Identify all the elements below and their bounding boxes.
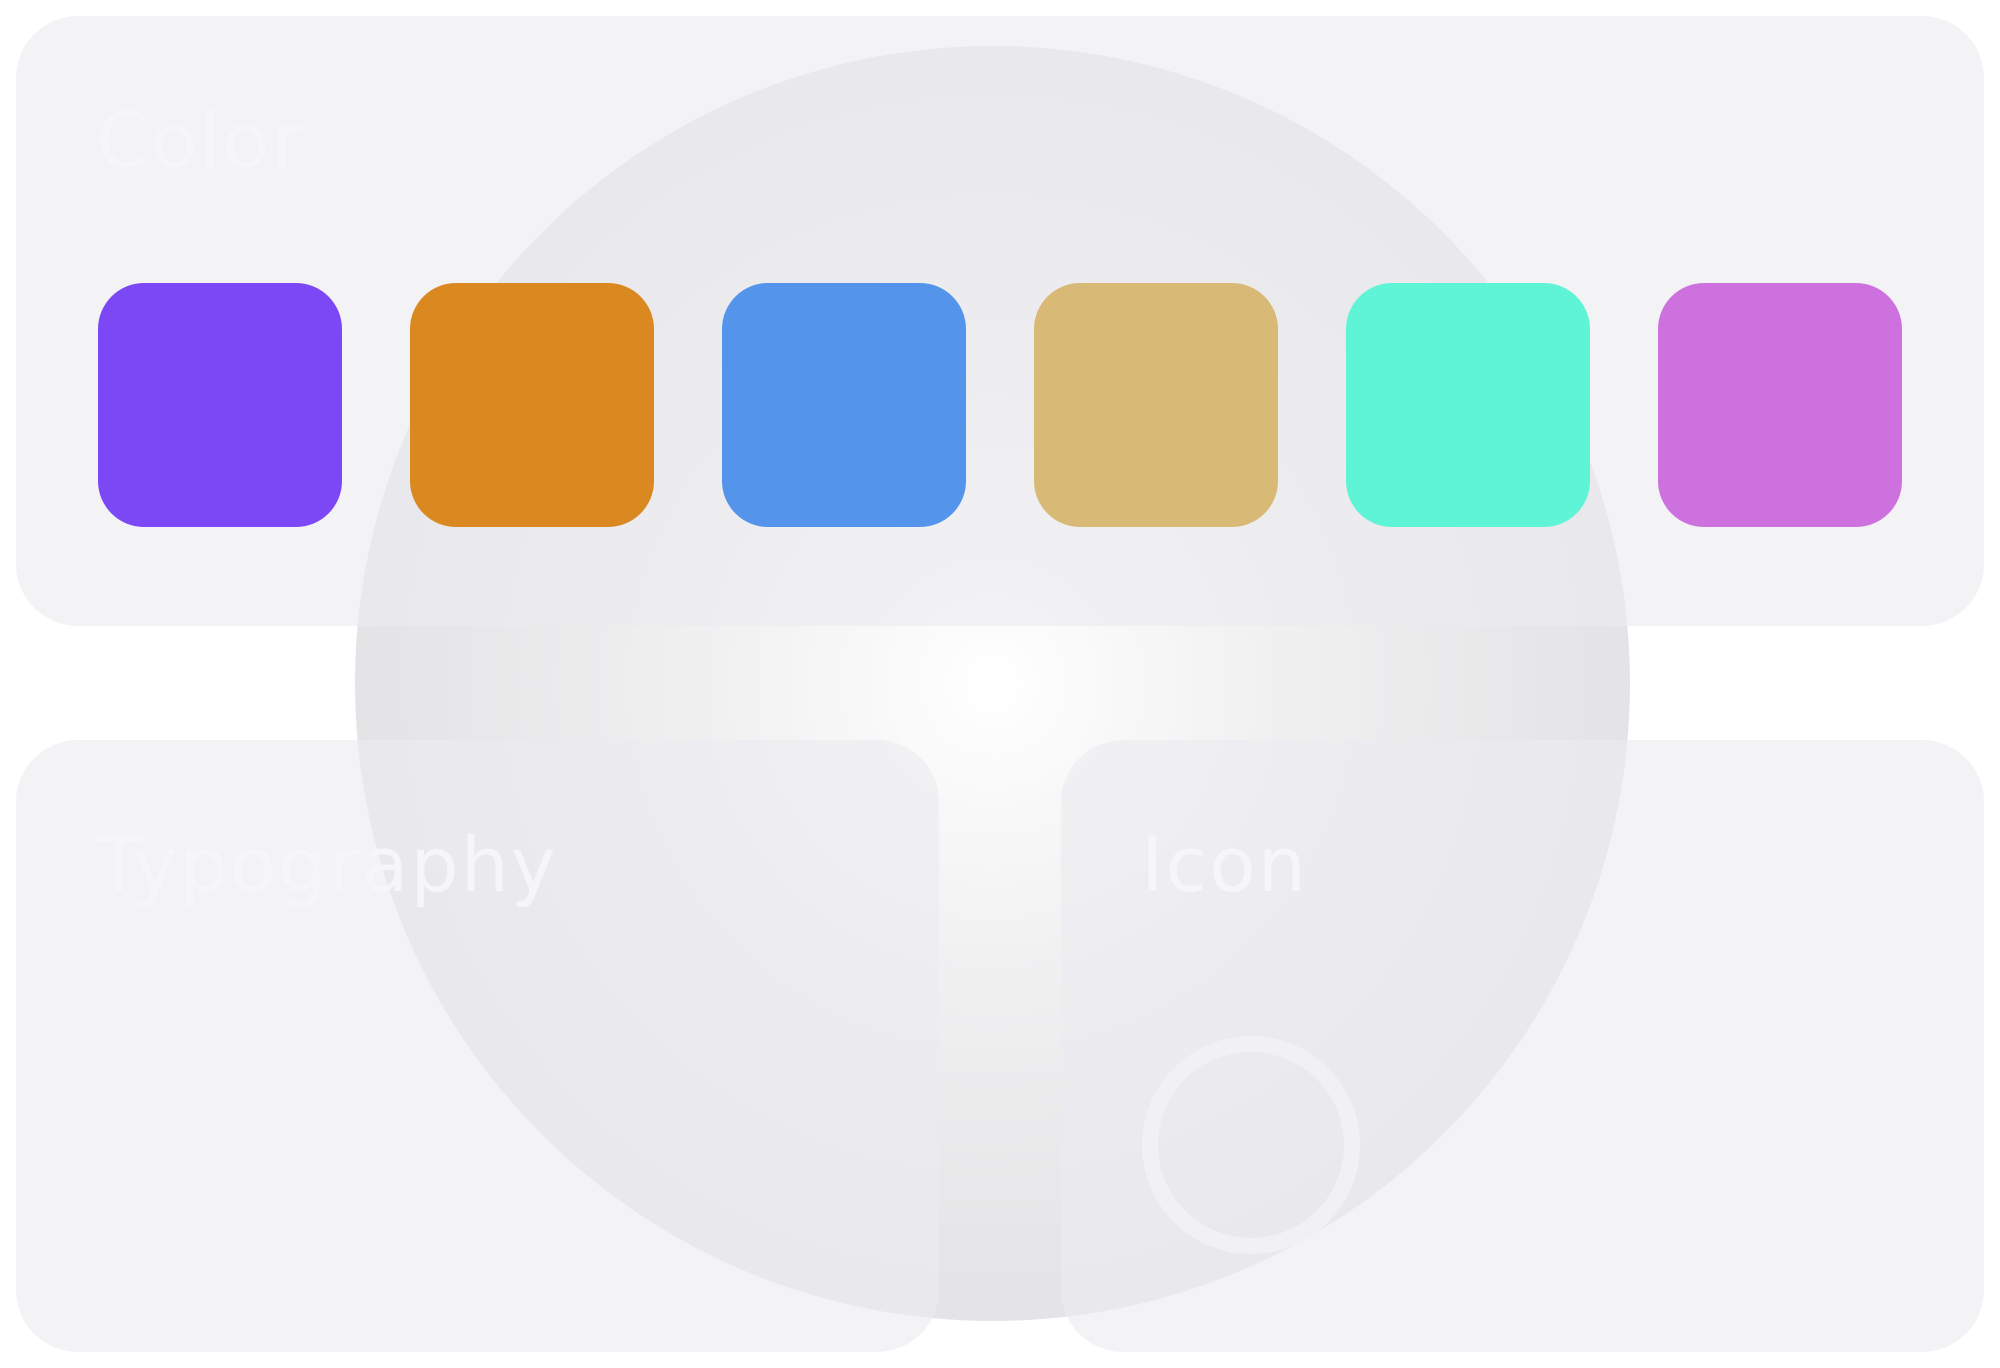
color-swatch-mint[interactable] <box>1346 283 1590 527</box>
typography-card-title: Typography <box>96 820 558 909</box>
color-card: Color <box>16 16 1984 626</box>
color-swatch-sand[interactable] <box>1034 283 1278 527</box>
circle-outline-icon <box>1142 1036 1360 1254</box>
typography-card: Typography Tt <box>16 740 939 1352</box>
color-swatch-orange[interactable] <box>410 283 654 527</box>
icon-card: Icon <box>1061 740 1984 1352</box>
color-swatch-blue[interactable] <box>722 283 966 527</box>
color-card-title: Color <box>96 96 305 185</box>
color-swatch-purple[interactable] <box>98 283 342 527</box>
icon-card-title: Icon <box>1141 820 1308 909</box>
color-swatch-orchid[interactable] <box>1658 283 1902 527</box>
typography-icon: Tt <box>101 999 379 1301</box>
